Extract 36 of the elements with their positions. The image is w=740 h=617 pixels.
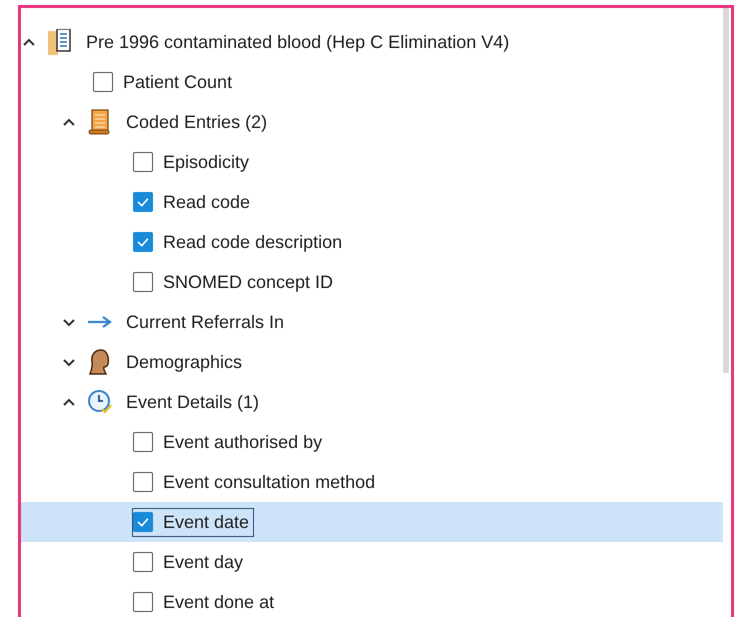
document-icon — [48, 29, 72, 55]
tree-node-label[interactable]: Coded Entries (2) — [126, 112, 268, 132]
tree-node-label[interactable]: Pre 1996 contaminated blood (Hep C Elimination V4) — [86, 32, 510, 52]
field-label[interactable]: SNOMED concept ID — [163, 272, 334, 292]
field-label[interactable]: Event done at — [163, 592, 274, 612]
checkbox[interactable] — [133, 472, 153, 492]
checkbox[interactable] — [133, 232, 153, 252]
checkbox[interactable] — [133, 552, 153, 572]
scrollbar-thumb[interactable] — [723, 8, 729, 373]
expand-chevron-icon[interactable] — [62, 357, 76, 367]
field-label[interactable]: Episodicity — [163, 152, 250, 172]
collapse-chevron-icon[interactable] — [62, 397, 76, 407]
person-head-icon — [88, 349, 112, 375]
checkbox[interactable] — [133, 432, 153, 452]
tree-node-label[interactable]: Event Details (1) — [126, 392, 260, 412]
right-arrow-icon — [88, 316, 112, 328]
tree-node-label[interactable]: Current Referrals In — [126, 312, 284, 332]
selected-row-highlight[interactable]: Event date — [21, 502, 723, 542]
checkbox[interactable] — [133, 152, 153, 172]
tree-node-label[interactable]: Demographics — [126, 352, 242, 372]
field-label[interactable]: Patient Count — [123, 72, 232, 92]
field-label[interactable]: Read code description — [163, 232, 342, 252]
clock-icon — [88, 389, 112, 415]
scroll-icon — [88, 109, 112, 135]
expand-chevron-icon[interactable] — [62, 317, 76, 327]
field-label[interactable]: Read code — [163, 192, 250, 212]
checkbox[interactable] — [133, 512, 153, 532]
checkbox[interactable] — [93, 72, 113, 92]
field-label[interactable]: Event day — [163, 552, 244, 572]
checkbox[interactable] — [133, 272, 153, 292]
field-label[interactable]: Event consultation method — [163, 472, 376, 492]
collapse-chevron-icon[interactable] — [22, 37, 36, 47]
field-label[interactable]: Event authorised by — [163, 432, 322, 452]
checkbox[interactable] — [133, 592, 153, 612]
collapse-chevron-icon[interactable] — [62, 117, 76, 127]
checkbox[interactable] — [133, 192, 153, 212]
